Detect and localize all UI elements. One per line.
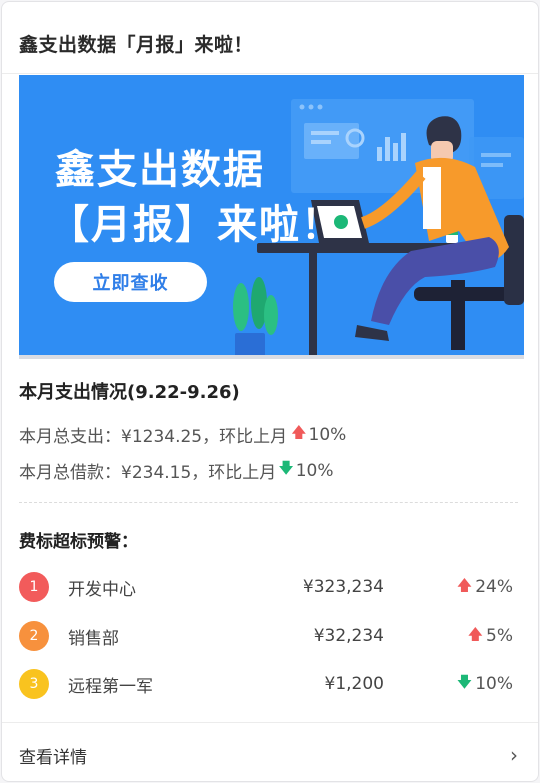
- divider: [2, 73, 538, 74]
- arrow-down-icon: 🡇: [278, 459, 294, 477]
- department-amount: ¥1,200: [324, 674, 384, 694]
- total-expense-text: 本月总支出：¥1234.25，环比上月: [19, 427, 288, 447]
- rank-badge: 2: [19, 621, 49, 651]
- report-banner[interactable]: 鑫支出数据 【月报】来啦！ 立即查收: [19, 75, 524, 359]
- view-details-link[interactable]: 查看详情 ›: [19, 742, 518, 768]
- chevron-right-icon[interactable]: ›: [510, 743, 518, 767]
- department-change: 🡇 10%: [455, 672, 513, 697]
- warning-row[interactable]: 2 销售部 ¥32,234 🡅 5%: [19, 621, 518, 651]
- department-amount: ¥32,234: [313, 626, 384, 646]
- department-change-value: 10%: [475, 674, 513, 694]
- rank-badge: 3: [19, 669, 49, 699]
- arrow-down-icon: 🡇: [456, 672, 473, 691]
- total-loan-change: 10%: [295, 460, 334, 481]
- total-expense-change: 10%: [308, 424, 347, 445]
- arrow-up-icon: 🡅: [467, 624, 484, 643]
- banner-bottom-line: [19, 355, 524, 359]
- total-loan-line: 本月总借款：¥234.15，环比上月 🡇 10%: [19, 458, 334, 483]
- card-title: 鑫支出数据「月报」来啦！: [19, 34, 254, 56]
- banner-headline: 鑫支出数据: [55, 147, 265, 193]
- arrow-up-icon: 🡅: [291, 423, 307, 441]
- warning-row[interactable]: 1 开发中心 ¥323,234 🡅 24%: [19, 572, 518, 602]
- total-expense-line: 本月总支出：¥1234.25，环比上月 🡅 10%: [19, 422, 346, 447]
- department-change-value: 5%: [486, 626, 513, 646]
- department-amount: ¥323,234: [302, 577, 384, 597]
- department-change: 🡅 5%: [464, 624, 513, 649]
- view-details-label: 查看详情: [19, 747, 87, 768]
- divider: [2, 722, 538, 723]
- warning-title: 费标超标预警：: [19, 532, 138, 552]
- report-card: 鑫支出数据「月报」来啦！ 鑫支出数据 【月报】来啦！ 立即查收 本月支出情况(9…: [1, 1, 539, 782]
- check-now-button[interactable]: 立即查收: [54, 262, 207, 302]
- rank-badge: 1: [19, 572, 49, 602]
- department-change: 🡅 24%: [453, 575, 513, 600]
- arrow-up-icon: 🡅: [456, 575, 473, 594]
- total-loan-text: 本月总借款：¥234.15，环比上月: [19, 463, 277, 483]
- warning-row[interactable]: 3 远程第一军 ¥1,200 🡇 10%: [19, 669, 518, 699]
- dashed-divider: [19, 502, 518, 503]
- department-change-value: 24%: [475, 577, 513, 597]
- summary-title: 本月支出情况(9.22-9.26): [19, 382, 240, 403]
- department-name: 销售部: [68, 628, 119, 649]
- department-name: 远程第一军: [68, 676, 153, 697]
- banner-subheadline: 【月报】来啦！: [49, 202, 343, 248]
- department-name: 开发中心: [68, 579, 136, 600]
